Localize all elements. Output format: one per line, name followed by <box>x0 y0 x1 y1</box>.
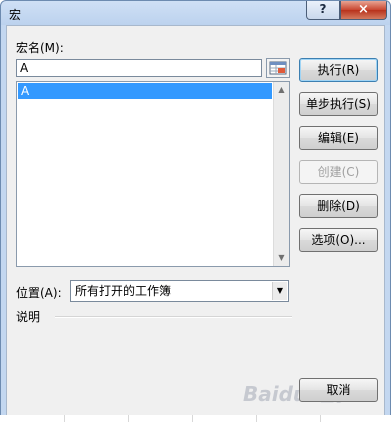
grid-line <box>320 415 321 422</box>
list-scrollbar[interactable]: ▲ ▼ <box>273 82 289 266</box>
macro-list[interactable]: A ▲ ▼ <box>16 81 290 267</box>
step-into-button[interactable]: 单步执行(S) <box>299 92 378 116</box>
delete-button[interactable]: 删除(D) <box>299 194 378 218</box>
spreadsheet-grid-edge <box>0 415 391 422</box>
scroll-up-icon[interactable]: ▲ <box>274 82 289 98</box>
grid-line <box>128 415 129 422</box>
run-button[interactable]: 执行(R) <box>299 58 378 82</box>
description-divider <box>55 316 292 318</box>
dialog-title: 宏 <box>9 8 22 22</box>
scroll-down-icon[interactable]: ▼ <box>274 250 289 266</box>
options-button[interactable]: 选项(O)... <box>299 228 378 252</box>
grid-line <box>192 415 193 422</box>
range-picker-icon <box>269 61 287 75</box>
macro-name-input[interactable]: A <box>16 59 262 77</box>
help-button[interactable]: ? <box>306 1 340 20</box>
location-value: 所有打开的工作簿 <box>75 284 172 298</box>
description-label: 说明 <box>16 310 41 324</box>
close-button[interactable]: × <box>340 1 387 20</box>
grid-line <box>256 415 257 422</box>
cancel-button[interactable]: 取消 <box>299 378 378 402</box>
create-button[interactable]: 创建(C) <box>299 160 378 184</box>
chevron-down-icon[interactable]: ▼ <box>272 282 287 300</box>
macro-name-label: 宏名(M): <box>16 41 64 55</box>
title-bar[interactable]: 宏 ? × <box>1 1 390 25</box>
macro-dialog: 宏 ? × 宏名(M): A A ▲ ▼ 执行(R) 单步执行(S) 编辑(E)… <box>0 0 391 422</box>
location-label: 位置(A): <box>16 286 62 300</box>
location-dropdown[interactable]: 所有打开的工作簿 ▼ <box>70 280 289 302</box>
edit-button[interactable]: 编辑(E) <box>299 126 378 150</box>
grid-line <box>64 415 65 422</box>
dialog-body: 宏名(M): A A ▲ ▼ 执行(R) 单步执行(S) 编辑(E) 创建(C)… <box>6 25 385 416</box>
list-item[interactable]: A <box>18 83 272 99</box>
collapse-dialog-button[interactable] <box>266 58 290 78</box>
